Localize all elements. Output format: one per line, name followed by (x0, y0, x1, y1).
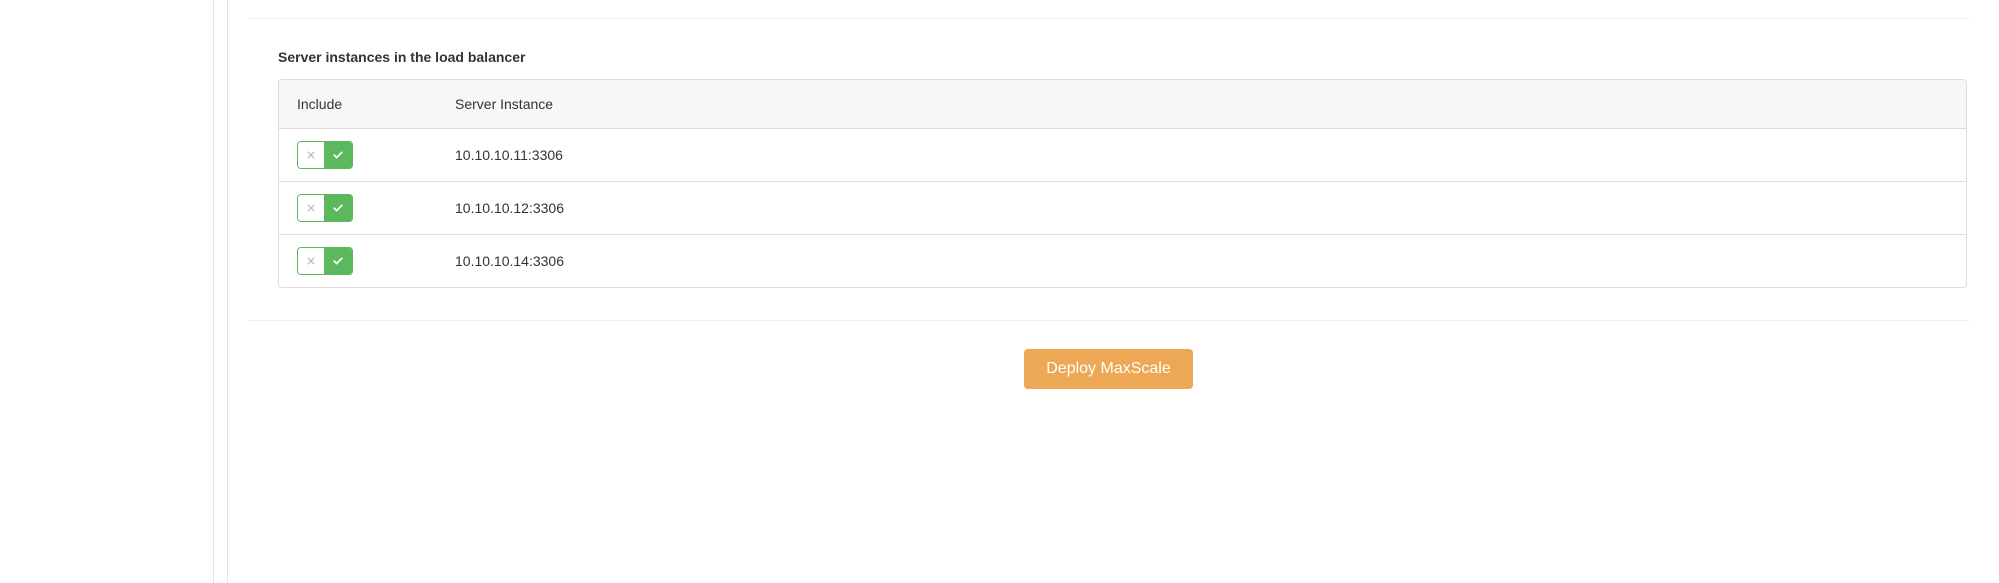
include-cell (279, 235, 437, 287)
deploy-maxscale-button[interactable]: Deploy MaxScale (1024, 349, 1193, 389)
toggle-on[interactable] (324, 248, 352, 274)
instance-cell: 10.10.10.12:3306 (437, 184, 1966, 232)
server-instances-section: Server instances in the load balancer In… (248, 49, 1969, 288)
button-row: Deploy MaxScale (248, 349, 1969, 389)
toggle-on[interactable] (324, 142, 352, 168)
check-icon (332, 255, 344, 267)
include-toggle[interactable] (297, 194, 353, 222)
include-toggle[interactable] (297, 141, 353, 169)
table-header: Include Server Instance (279, 80, 1966, 129)
instance-cell: 10.10.10.11:3306 (437, 131, 1966, 179)
include-cell (279, 129, 437, 181)
table-header-instance: Server Instance (437, 80, 1966, 128)
bottom-divider (248, 320, 1969, 321)
table-header-include: Include (279, 80, 437, 128)
x-icon (305, 149, 317, 161)
table-row: 10.10.10.11:3306 (279, 129, 1966, 182)
divider-column (214, 0, 228, 583)
include-cell (279, 182, 437, 234)
include-toggle[interactable] (297, 247, 353, 275)
toggle-off[interactable] (298, 142, 324, 168)
top-divider (248, 18, 1969, 19)
check-icon (332, 202, 344, 214)
table-row: 10.10.10.14:3306 (279, 235, 1966, 287)
toggle-off[interactable] (298, 195, 324, 221)
section-title: Server instances in the load balancer (278, 49, 1967, 65)
check-icon (332, 149, 344, 161)
left-sidebar-spacer (0, 0, 214, 583)
toggle-on[interactable] (324, 195, 352, 221)
toggle-off[interactable] (298, 248, 324, 274)
x-icon (305, 255, 317, 267)
x-icon (305, 202, 317, 214)
instance-cell: 10.10.10.14:3306 (437, 237, 1966, 285)
server-instances-table: Include Server Instance (278, 79, 1967, 288)
table-row: 10.10.10.12:3306 (279, 182, 1966, 235)
main-panel: Server instances in the load balancer In… (228, 0, 1999, 583)
